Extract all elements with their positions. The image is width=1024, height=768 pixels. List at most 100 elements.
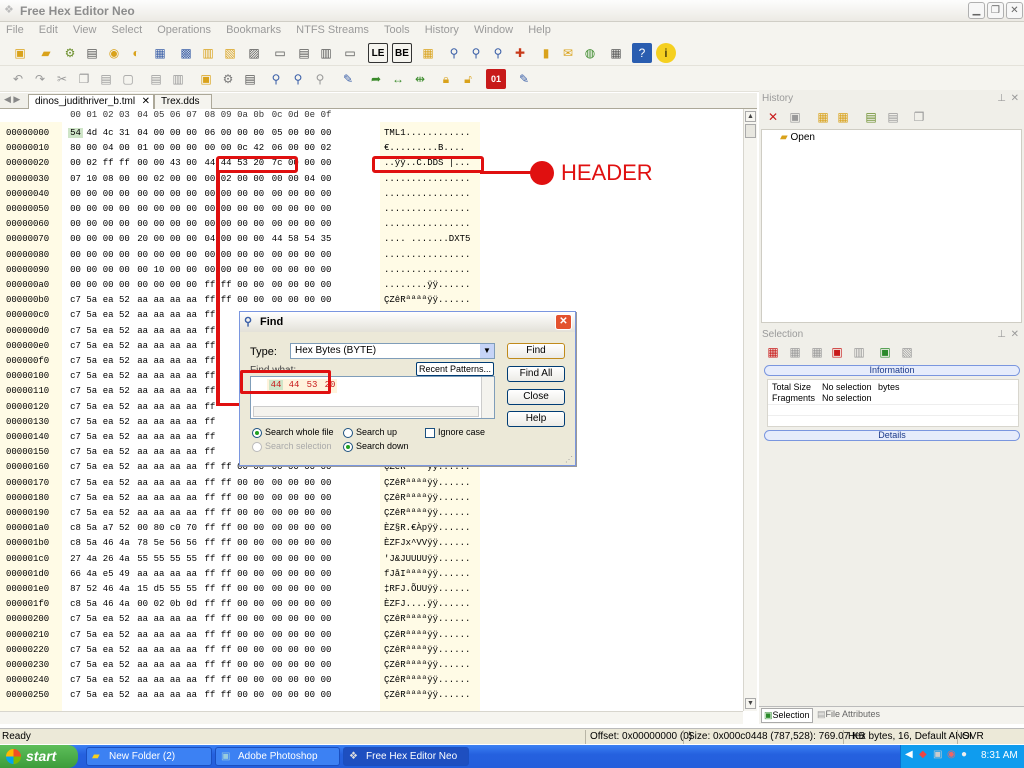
hex-byte[interactable]: c7 bbox=[68, 508, 83, 518]
hex-byte[interactable]: 00 bbox=[101, 265, 116, 275]
hex-byte[interactable]: ff bbox=[219, 554, 234, 564]
find-button[interactable]: Find bbox=[507, 343, 565, 359]
hex-byte[interactable]: 00 bbox=[302, 584, 317, 594]
hex-byte[interactable]: 00 bbox=[319, 645, 334, 655]
hex-byte[interactable]: aa bbox=[184, 386, 199, 396]
hex-byte[interactable]: c8 bbox=[68, 538, 83, 548]
hex-byte[interactable]: ea bbox=[101, 432, 116, 442]
hex-byte[interactable]: 54 bbox=[302, 234, 317, 244]
cut-icon[interactable]: ✂ bbox=[52, 69, 72, 89]
hex-byte[interactable]: 5a bbox=[84, 523, 99, 533]
hex-byte[interactable]: 00 bbox=[302, 599, 317, 609]
hex-byte[interactable]: 58 bbox=[286, 234, 301, 244]
hex-byte[interactable]: 05 bbox=[270, 128, 285, 138]
information-section-header[interactable]: Information bbox=[764, 365, 1020, 376]
hex-byte[interactable]: 00 bbox=[302, 508, 317, 518]
hex-byte[interactable]: 00 bbox=[117, 280, 132, 290]
history-jump2-icon[interactable]: ▦ bbox=[833, 107, 853, 127]
hex-byte[interactable]: 00 bbox=[235, 204, 250, 214]
hex-byte[interactable]: 52 bbox=[117, 326, 132, 336]
hex-byte[interactable]: 52 bbox=[117, 675, 132, 685]
hex-byte[interactable]: aa bbox=[168, 660, 183, 670]
insert-icon[interactable]: ▤ bbox=[146, 69, 166, 89]
hex-byte[interactable]: aa bbox=[135, 356, 150, 366]
binary-icon[interactable]: 01 bbox=[486, 69, 506, 89]
select-load-icon[interactable]: ▧ bbox=[897, 342, 917, 362]
hex-byte[interactable]: 04 bbox=[302, 174, 317, 184]
hex-byte[interactable]: ea bbox=[101, 645, 116, 655]
hex-byte[interactable]: 00 bbox=[168, 204, 183, 214]
hex-byte[interactable]: 00 bbox=[219, 189, 234, 199]
new-file-icon[interactable]: ▣ bbox=[10, 43, 30, 63]
columns-icon[interactable]: ⇹ bbox=[410, 69, 430, 89]
hex-byte[interactable]: 52 bbox=[84, 584, 99, 594]
hex-byte[interactable]: c7 bbox=[68, 478, 83, 488]
hex-byte[interactable]: c7 bbox=[68, 386, 83, 396]
hex-byte[interactable]: 80 bbox=[68, 143, 83, 153]
hex-byte[interactable]: 00 bbox=[251, 599, 266, 609]
clear-history-icon[interactable]: ✕ bbox=[763, 107, 783, 127]
hex-byte[interactable]: ff bbox=[202, 493, 217, 503]
hex-byte[interactable]: aa bbox=[152, 660, 167, 670]
unlock-icon[interactable]: 🔓︎ bbox=[458, 69, 478, 89]
hex-byte[interactable]: 52 bbox=[117, 356, 132, 366]
row-ascii[interactable]: 'J&JUUUUÿÿ...... bbox=[384, 554, 470, 564]
hex-byte[interactable]: ea bbox=[101, 310, 116, 320]
hex-byte[interactable]: aa bbox=[168, 478, 183, 488]
hex-byte[interactable]: 00 bbox=[152, 250, 167, 260]
scroll-up-icon[interactable]: ▲ bbox=[745, 111, 756, 122]
hex-byte[interactable]: 00 bbox=[319, 523, 334, 533]
hex-byte[interactable]: 00 bbox=[84, 234, 99, 244]
hex-byte[interactable]: ea bbox=[101, 417, 116, 427]
view-hex-icon[interactable]: ▭ bbox=[270, 43, 290, 63]
hex-byte[interactable]: 07 bbox=[68, 174, 83, 184]
hex-byte[interactable]: 00 bbox=[319, 660, 334, 670]
hex-byte[interactable]: 00 bbox=[168, 219, 183, 229]
resize-grip-icon[interactable]: ⋰ bbox=[565, 455, 573, 464]
hex-byte[interactable]: 00 bbox=[168, 128, 183, 138]
hex-byte[interactable]: 00 bbox=[286, 675, 301, 685]
hex-byte[interactable]: 04 bbox=[101, 143, 116, 153]
hex-byte[interactable]: 00 bbox=[152, 158, 167, 168]
little-endian-icon[interactable]: LE bbox=[368, 43, 388, 63]
row-ascii[interactable]: ÇZêRªªªªÿÿ...... bbox=[384, 660, 470, 670]
help-icon[interactable]: ? bbox=[632, 43, 652, 63]
chevron-down-icon[interactable]: ▼ bbox=[480, 344, 494, 358]
hex-byte[interactable]: 00 bbox=[184, 158, 199, 168]
hex-byte[interactable]: 00 bbox=[168, 234, 183, 244]
hex-byte[interactable]: aa bbox=[135, 645, 150, 655]
hex-byte[interactable]: 5a bbox=[84, 326, 99, 336]
hex-row[interactable]: 000001b0 c8 5a 46 4a 78 5e 56 56 ff ff 00 00 00 00 00 00… bbox=[0, 538, 743, 553]
hex-byte[interactable]: 35 bbox=[319, 234, 334, 244]
hex-byte[interactable]: 00 bbox=[117, 265, 132, 275]
hex-byte[interactable]: 00 bbox=[251, 128, 266, 138]
row-ascii[interactable]: ÇZêRªªªªÿÿ...... bbox=[384, 690, 470, 700]
hex-byte[interactable]: 4a bbox=[84, 569, 99, 579]
hex-byte[interactable]: 78 bbox=[135, 538, 150, 548]
hex-byte[interactable]: 00 bbox=[302, 143, 317, 153]
hex-byte[interactable]: 00 bbox=[184, 174, 199, 184]
hex-byte[interactable]: aa bbox=[184, 447, 199, 457]
hex-byte[interactable]: ff bbox=[219, 295, 234, 305]
hex-byte[interactable]: 00 bbox=[302, 204, 317, 214]
hex-byte[interactable]: ff bbox=[202, 523, 217, 533]
hex-byte[interactable]: e5 bbox=[101, 569, 116, 579]
hex-byte[interactable]: ff bbox=[202, 447, 217, 457]
hex-byte[interactable]: aa bbox=[152, 386, 167, 396]
hex-byte[interactable]: ea bbox=[101, 356, 116, 366]
hex-byte[interactable]: 00 bbox=[270, 265, 285, 275]
find-icon[interactable]: ⚲ bbox=[444, 43, 464, 63]
hex-byte[interactable]: 5a bbox=[84, 645, 99, 655]
hex-byte[interactable]: 00 bbox=[135, 219, 150, 229]
hex-byte[interactable]: aa bbox=[152, 432, 167, 442]
history-copy-icon[interactable]: ❐ bbox=[909, 107, 929, 127]
hex-byte[interactable]: ea bbox=[101, 630, 116, 640]
hex-byte[interactable]: 00 bbox=[235, 219, 250, 229]
hex-byte[interactable]: c7 bbox=[68, 310, 83, 320]
close-dialog-button[interactable]: Close bbox=[507, 389, 565, 405]
hex-byte[interactable]: 00 bbox=[319, 189, 334, 199]
hex-byte[interactable]: 70 bbox=[184, 523, 199, 533]
hex-byte[interactable]: 06 bbox=[270, 143, 285, 153]
hex-byte[interactable]: c7 bbox=[68, 660, 83, 670]
hex-byte[interactable]: 55 bbox=[184, 584, 199, 594]
